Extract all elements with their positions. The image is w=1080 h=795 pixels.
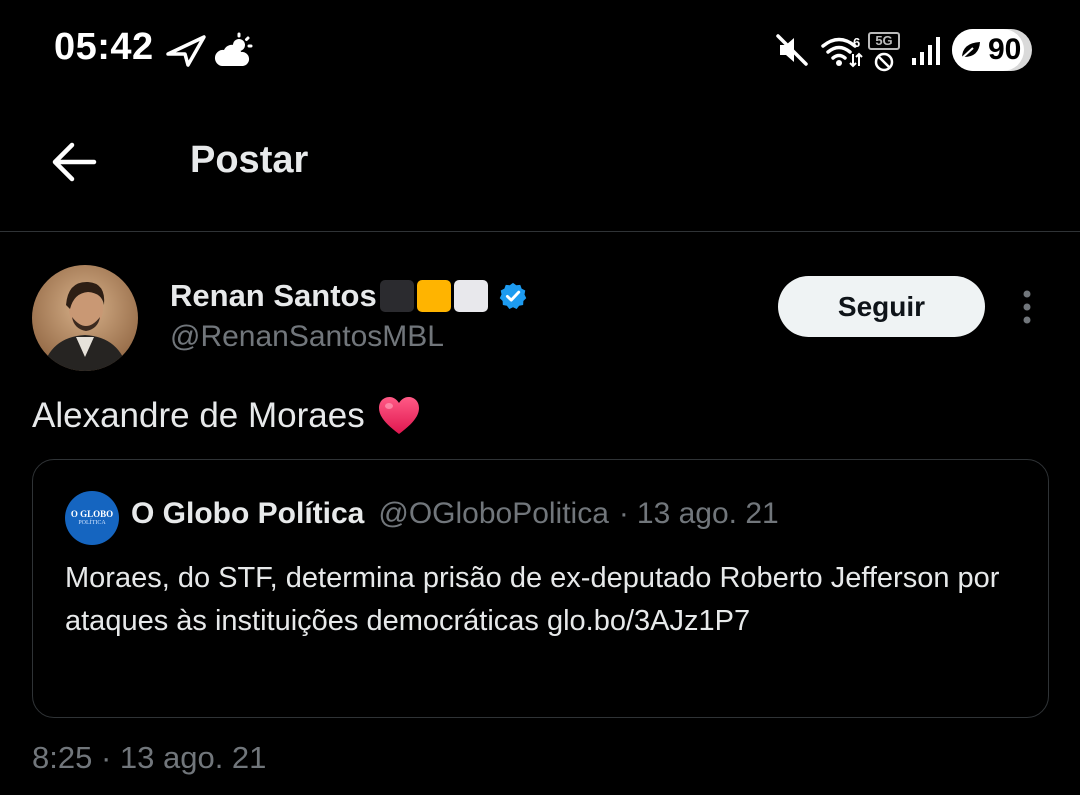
5g-blocked-icon: 5G [866,32,902,72]
quoted-post-card[interactable]: O GLOBO POLÍTICA O Globo Política @OGlob… [32,459,1049,718]
quote-avatar-logo-top: O GLOBO [70,509,114,519]
white-square-emoji [453,280,488,312]
battery-indicator: 90 [952,29,1032,71]
follow-button[interactable]: Seguir [778,276,985,337]
red-heart-emoji-icon [378,397,419,434]
post-text: Alexandre de Moraes [32,395,421,437]
quote-separator: · [618,497,629,530]
author-name-text: Renan Santos [170,278,377,313]
quote-header: O Globo Política @OGloboPolitica · 13 ag… [131,497,779,531]
yellow-square-emoji [416,280,451,312]
more-vertical-icon [1023,290,1031,324]
quote-author-name: O Globo Política [131,497,365,530]
top-app-bar: Postar [0,100,1080,232]
signal-bars-icon [912,37,940,65]
status-time: 05:42 [54,26,154,68]
author-name[interactable]: Renan Santos [170,278,528,314]
nav-arrow-icon [166,35,206,67]
partly-cloudy-icon [214,32,253,66]
page-title: Postar [190,139,309,181]
quote-avatar[interactable]: O GLOBO POLÍTICA [65,491,119,545]
more-options-button[interactable] [1010,285,1044,329]
verified-badge-icon [499,282,526,309]
wifi-icon: 6 [821,35,863,68]
quote-text: Moraes, do STF, determina prisão de ex-d… [65,562,1000,637]
muted-speaker-icon [776,34,808,66]
quote-author-handle: @OGloboPolitica [378,497,609,530]
post-text-content: Alexandre de Moraes [32,396,365,435]
quote-date: 13 ago. 21 [636,497,779,530]
battery-percent: 90 [988,33,1022,66]
network-type-label: 5G [868,32,900,50]
back-button[interactable] [46,134,102,190]
post-timestamp: 8:25 · 13 ago. 21 [32,740,267,775]
quote-avatar-logo-bottom: POLÍTICA [78,520,106,526]
arrow-left-icon [52,142,97,182]
battery-saver-leaf-icon [961,42,980,59]
author-handle[interactable]: @RenanSantosMBL [170,320,444,354]
status-bar: 05:42 6 5G 90 [0,0,1080,100]
black-square-emoji [379,280,414,312]
author-avatar[interactable] [32,265,138,371]
svg-text:6: 6 [853,35,860,50]
